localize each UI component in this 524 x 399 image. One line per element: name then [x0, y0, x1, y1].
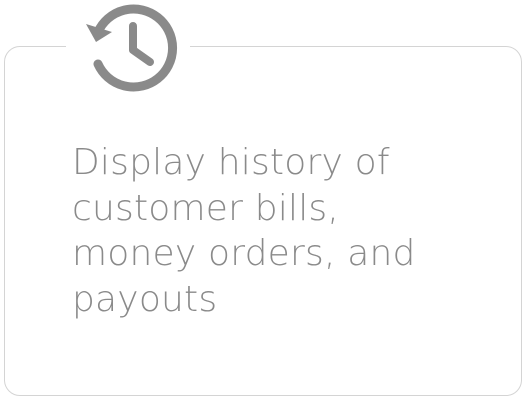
history-icon-container — [66, 0, 190, 96]
card-description: Display history of customer bills, money… — [72, 142, 416, 320]
history-icon — [86, 4, 177, 92]
